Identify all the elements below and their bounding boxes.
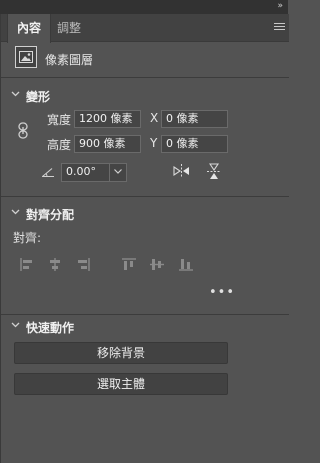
chevron-down-icon	[11, 209, 20, 215]
height-label: 高度	[47, 138, 72, 152]
align-title: 對齊分配	[26, 208, 75, 222]
divider	[1, 77, 289, 78]
angle-dropdown[interactable]	[109, 164, 126, 181]
layer-type-row: 像素圖層	[1, 46, 289, 72]
align-top-edges-icon[interactable]	[122, 258, 136, 271]
rotation-angle-field[interactable]: 0.00°	[61, 163, 127, 182]
width-field[interactable]: 1200 像素	[74, 110, 141, 128]
remove-background-button[interactable]: 移除背景	[14, 342, 228, 364]
panel-menu-icon[interactable]	[274, 23, 285, 32]
align-vertical-centers-icon[interactable]	[150, 258, 164, 271]
divider	[1, 314, 289, 315]
layer-type-label: 像素圖層	[45, 53, 94, 67]
align-label: 對齊:	[13, 231, 42, 245]
align-bottom-edges-icon[interactable]	[179, 258, 193, 271]
transform-title: 變形	[26, 90, 51, 104]
x-label: X	[150, 111, 159, 125]
panel-tab-bar: 內容 調整	[1, 14, 289, 43]
align-right-edges-icon[interactable]	[76, 258, 90, 271]
link-chain-icon[interactable]	[18, 122, 28, 139]
panel-top-strip: »	[0, 0, 288, 14]
quick-actions-section-header[interactable]: 快速動作	[1, 317, 289, 337]
width-label: 寬度	[47, 113, 72, 127]
tab-adjustments[interactable]: 調整	[51, 14, 87, 42]
flip-vertical-icon[interactable]	[207, 163, 221, 180]
chevron-down-icon	[11, 91, 20, 97]
align-left-edges-icon[interactable]	[20, 258, 34, 271]
quick-actions-title: 快速動作	[26, 321, 75, 335]
y-field[interactable]: 0 像素	[161, 135, 228, 153]
angle-icon	[42, 168, 54, 177]
properties-panel: 內容 調整 像素圖層 變形 寬度 1200 像素 X 0 像素 高度 900 像…	[0, 14, 289, 463]
chevron-down-icon	[114, 169, 122, 174]
flip-horizontal-icon[interactable]	[173, 164, 190, 178]
more-options-button[interactable]: •••	[209, 285, 235, 300]
x-field[interactable]: 0 像素	[161, 110, 228, 128]
tab-properties[interactable]: 內容	[7, 14, 51, 43]
chevron-down-icon	[11, 322, 20, 328]
pixel-layer-icon	[15, 46, 37, 68]
align-horizontal-centers-icon[interactable]	[48, 258, 62, 271]
y-label: Y	[150, 136, 158, 150]
collapse-panel-icon[interactable]: »	[277, 1, 282, 11]
transform-section-header[interactable]: 變形	[1, 86, 289, 106]
align-section-header[interactable]: 對齊分配	[1, 204, 289, 224]
height-field[interactable]: 900 像素	[74, 135, 141, 153]
rotation-angle-value: 0.00°	[66, 165, 96, 178]
divider	[1, 196, 289, 197]
select-subject-button[interactable]: 選取主體	[14, 373, 228, 395]
